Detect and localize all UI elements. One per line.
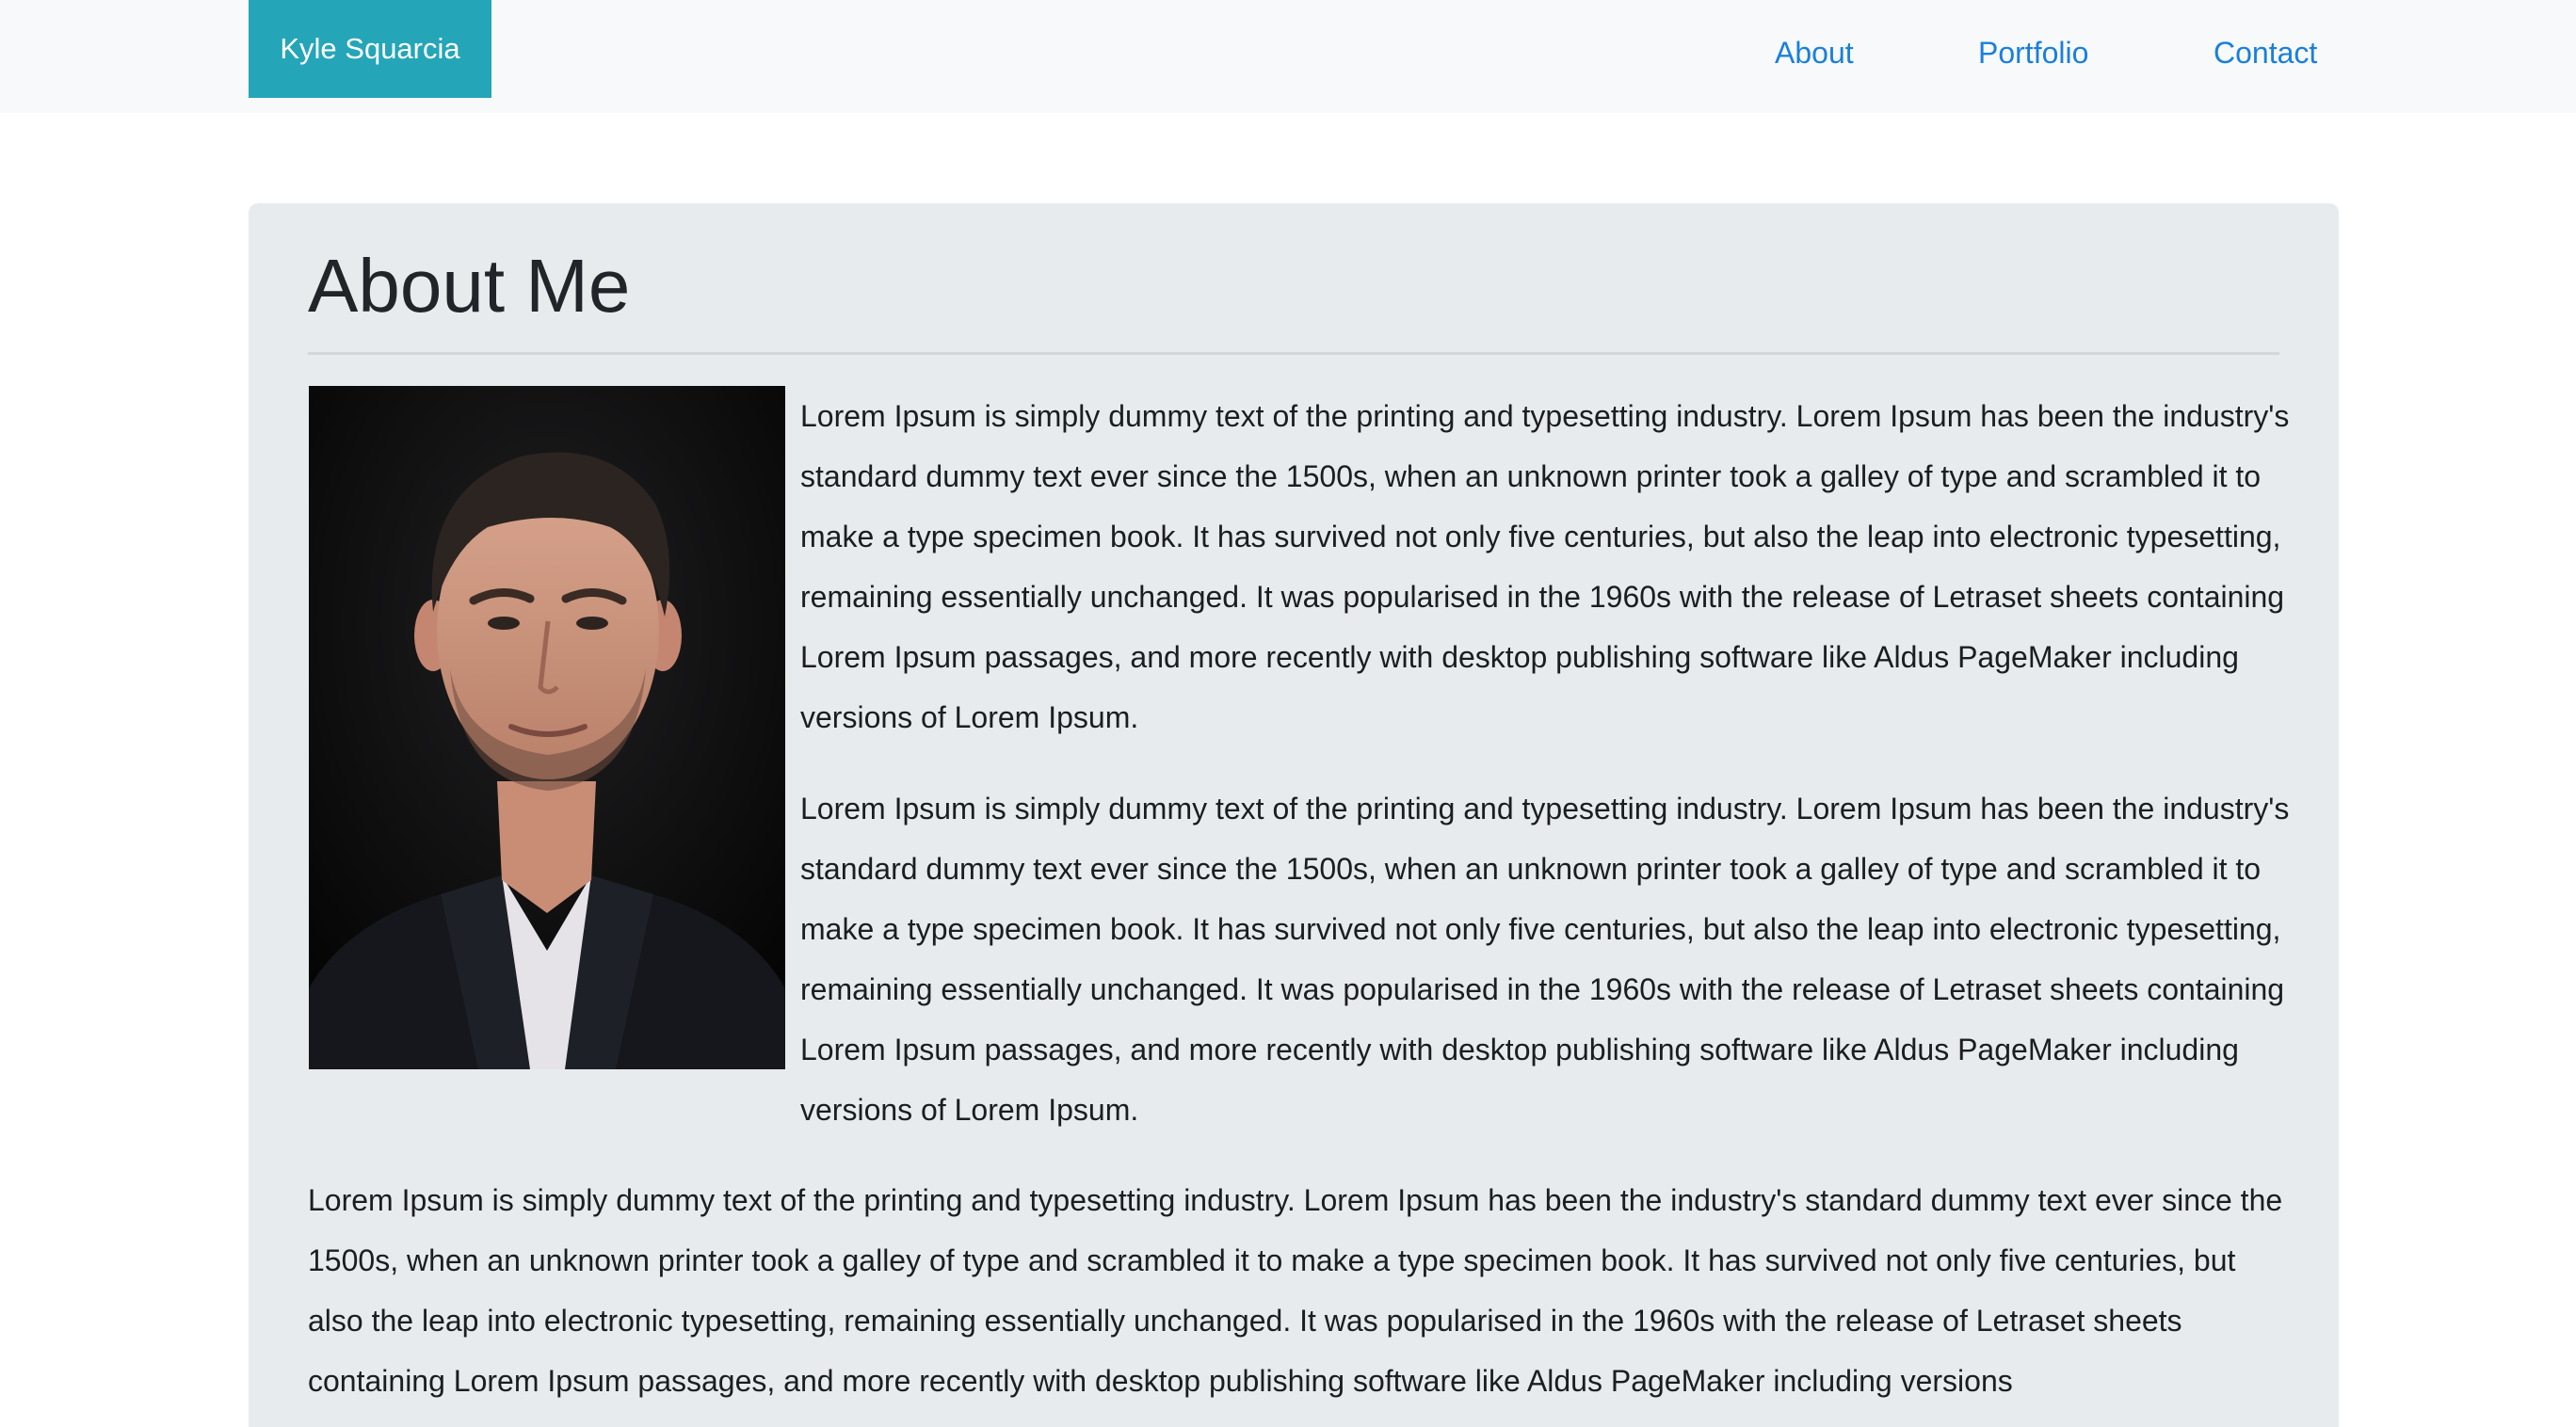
about-paragraph: Lorem Ipsum is simply dummy text of the … [800,399,2290,734]
title-divider [308,352,2279,355]
nav-link-portfolio[interactable]: Portfolio [1978,32,2088,73]
brand-logo-link[interactable]: Kyle Squarcia [249,0,491,98]
nav-link-contact[interactable]: Contact [2214,32,2317,73]
about-section: About Me Lorem Ipsum is simply dummy tex… [249,203,2339,1427]
nav-link-about[interactable]: About [1775,32,1854,73]
about-paragraph: Lorem Ipsum is simply dummy text of the … [800,792,2290,1127]
about-paragraph: Lorem Ipsum is simply dummy text of the … [308,1183,2283,1398]
navbar: Kyle Squarcia About Portfolio Contact [0,0,2576,113]
profile-photo [309,386,785,1069]
page-title: About Me [308,244,631,328]
